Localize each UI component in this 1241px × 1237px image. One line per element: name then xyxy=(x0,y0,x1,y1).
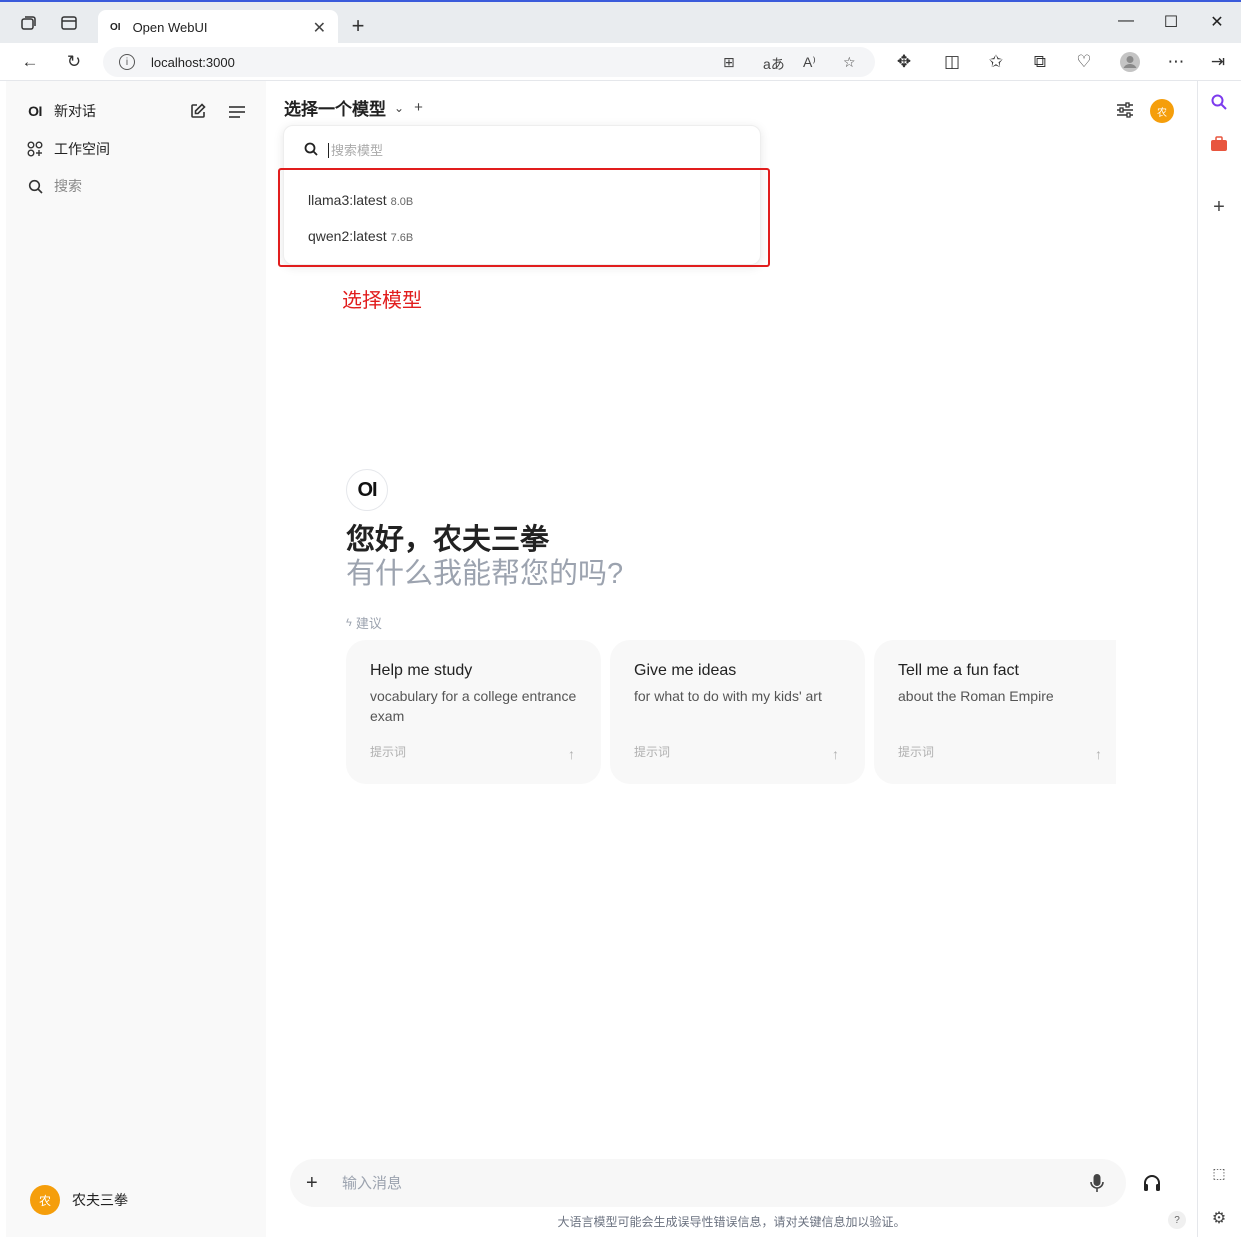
chevron-down-icon[interactable]: ⌄ xyxy=(394,101,404,115)
app-available-icon[interactable]: ⊞ xyxy=(723,54,735,71)
favorite-star-icon[interactable]: ☆ xyxy=(843,54,856,71)
new-chat-edit-icon[interactable] xyxy=(189,102,207,125)
sidebar-item-workspace[interactable]: 工作空间 xyxy=(26,139,110,159)
model-option-llama3[interactable]: llama3:latest 8.0B xyxy=(308,192,413,208)
browser-navbar: ← ↻ i localhost:3000 ⊞ aあ A⁾ ☆ ✥ ◫ ✩ ⧉ ♡… xyxy=(0,43,1241,81)
search-icon xyxy=(304,142,318,159)
suggestions-label: ϟ 建议 xyxy=(346,613,382,632)
model-option-qwen2[interactable]: qwen2:latest 7.6B xyxy=(308,228,413,244)
add-panel-icon[interactable]: + xyxy=(1208,196,1230,218)
welcome-section: OI 您好，农夫三拳 有什么我能帮您的吗? xyxy=(346,469,623,591)
sidebar-item-search[interactable]: 搜索 xyxy=(26,176,82,196)
greeting-subtitle: 有什么我能帮您的吗? xyxy=(346,558,624,590)
collections-icon[interactable]: ⧉ xyxy=(1028,50,1052,74)
search-icon[interactable] xyxy=(1208,91,1230,113)
model-name: qwen2:latest xyxy=(308,228,387,244)
url-text: localhost:3000 xyxy=(151,54,235,70)
suggestion-title: Tell me a fun fact xyxy=(898,662,1019,679)
split-screen-icon[interactable]: ◫ xyxy=(940,50,964,74)
arrow-up-icon: ↑ xyxy=(832,746,839,762)
main-panel: 选择一个模型 ⌄ + 农 llama3:latest8.0B qwen2:lat… xyxy=(266,81,1197,1237)
suggestion-hint: 提示词 xyxy=(634,745,671,759)
suggestion-card[interactable]: Tell me a fun fact about the Roman Empir… xyxy=(874,640,1116,784)
controls-sliders-icon[interactable] xyxy=(1116,101,1134,124)
microphone-icon[interactable] xyxy=(1090,1173,1104,1198)
favorites-icon[interactable]: ✩ xyxy=(984,50,1008,74)
window-close-icon[interactable]: ✕ xyxy=(1205,12,1229,36)
sidebar-toggle-icon[interactable]: ⇥ xyxy=(1206,50,1230,74)
screenshot-icon[interactable]: ⬚ xyxy=(1208,1162,1230,1184)
app-sidebar: OI 新对话 工作空间 搜索 农 农夫三拳 xyxy=(6,81,266,1237)
help-button[interactable]: ? xyxy=(1168,1211,1186,1229)
model-size: 8.0B xyxy=(390,196,414,208)
suggestion-card[interactable]: Give me ideas for what to do with my kid… xyxy=(610,640,865,784)
model-search-row xyxy=(304,142,708,159)
suggestion-hint: 提示词 xyxy=(370,745,407,759)
tools-icon[interactable] xyxy=(1208,133,1230,155)
workspace-grid-icon xyxy=(26,141,44,157)
more-menu-icon[interactable]: ⋯ xyxy=(1164,50,1188,74)
message-input[interactable] xyxy=(342,1174,1042,1192)
browser-titlebar: OI Open WebUI ✕ + — ☐ ✕ xyxy=(0,0,1241,45)
arrow-up-icon: ↑ xyxy=(568,746,575,762)
suggestion-card[interactable]: Help me study vocabulary for a college e… xyxy=(346,640,601,784)
app-logo: OI xyxy=(346,469,388,511)
arrow-up-icon: ↑ xyxy=(1095,746,1102,762)
suggestion-desc: for what to do with my kids' art xyxy=(634,688,822,704)
maximize-icon[interactable]: ☐ xyxy=(1159,12,1183,36)
tab-favicon: OI xyxy=(110,22,121,33)
add-model-icon[interactable]: + xyxy=(414,99,423,116)
browser-essentials-icon[interactable]: ♡ xyxy=(1072,50,1096,74)
greeting-title: 您好，农夫三拳 xyxy=(346,524,550,556)
profile-icon[interactable] xyxy=(1118,50,1142,74)
site-info-icon[interactable]: i xyxy=(119,54,135,70)
address-bar[interactable]: i localhost:3000 ⊞ aあ A⁾ ☆ xyxy=(103,47,875,77)
annotation-label: 选择模型 xyxy=(342,290,422,312)
model-search-input[interactable] xyxy=(328,143,708,158)
avatar: 农 xyxy=(30,1185,60,1215)
suggestion-title: Help me study xyxy=(370,662,473,679)
chat-input-bar: + xyxy=(290,1159,1126,1207)
model-selector[interactable]: 选择一个模型 ⌄ + xyxy=(284,95,423,120)
headphones-icon[interactable] xyxy=(1142,1173,1162,1198)
user-profile-row[interactable]: 农 农夫三拳 xyxy=(30,1185,128,1215)
suggestions-label-text: 建议 xyxy=(355,616,382,631)
suggestion-title: Give me ideas xyxy=(634,662,737,679)
disclaimer-text: 大语言模型可能会生成误导性错误信息，请对关键信息加以验证。 xyxy=(557,1215,906,1229)
search-label: 搜索 xyxy=(54,178,82,194)
attach-plus-icon[interactable]: + xyxy=(306,1172,326,1195)
back-icon[interactable]: ← xyxy=(18,50,42,74)
extensions-icon[interactable]: ✥ xyxy=(892,50,916,74)
refresh-icon[interactable]: ↻ xyxy=(62,50,86,74)
translate-icon[interactable]: aあ xyxy=(763,54,785,74)
settings-gear-icon[interactable]: ⚙ xyxy=(1208,1207,1230,1229)
suggestion-desc: vocabulary for a college entrance exam xyxy=(370,688,577,724)
avatar[interactable]: 农 xyxy=(1150,99,1174,123)
suggestion-desc: about the Roman Empire xyxy=(898,688,1054,704)
minimize-icon[interactable]: — xyxy=(1114,12,1138,36)
tab-title: Open WebUI xyxy=(132,20,208,35)
sidebar-menu-icon[interactable] xyxy=(229,105,245,123)
lightning-icon: ϟ xyxy=(346,616,352,629)
model-dropdown: llama3:latest8.0B qwen2:latest7.6B xyxy=(283,125,761,265)
search-icon xyxy=(26,179,44,194)
app-logo: OI xyxy=(28,103,42,119)
read-aloud-icon[interactable]: A⁾ xyxy=(803,54,816,71)
tab-actions-icon[interactable] xyxy=(58,12,80,34)
browser-side-panel: + ⬚ ⚙ xyxy=(1197,81,1241,1237)
model-name: llama3:latest xyxy=(308,192,387,208)
new-chat-row[interactable]: OI 新对话 xyxy=(26,101,96,121)
new-chat-label: 新对话 xyxy=(54,103,96,119)
workspaces-icon[interactable] xyxy=(17,12,39,34)
model-size: 7.6B xyxy=(390,232,414,244)
suggestion-hint: 提示词 xyxy=(898,745,935,759)
workspace-label: 工作空间 xyxy=(54,141,110,157)
user-name: 农夫三拳 xyxy=(72,1192,128,1208)
tab-close-icon[interactable]: ✕ xyxy=(313,18,326,38)
new-tab-icon[interactable]: + xyxy=(346,13,370,39)
browser-tab[interactable]: OI Open WebUI ✕ xyxy=(98,10,338,45)
model-selector-label: 选择一个模型 xyxy=(284,100,386,119)
